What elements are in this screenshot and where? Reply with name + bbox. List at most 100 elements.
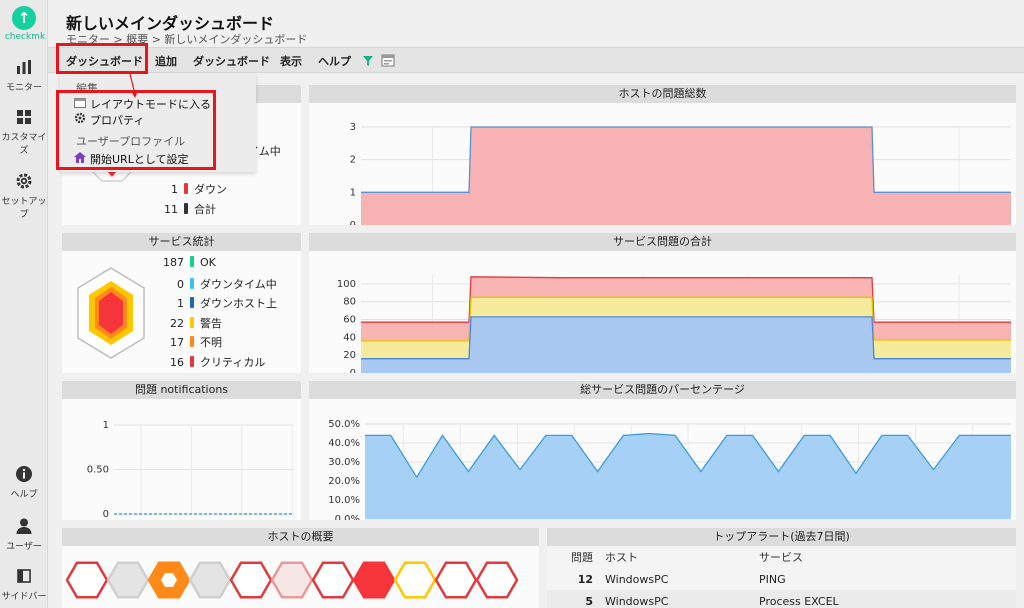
sidebar-item-sidebar[interactable]: サイドバー [0, 567, 48, 602]
sidebar-item-label: ヘルプ [10, 490, 38, 500]
sidebar: ↑ checkmk モニター カスタマイズ セットアップ ヘルプ ユーザー サイ… [0, 0, 48, 608]
y-tick-label: 60 [343, 315, 356, 326]
host-problems-chart[interactable]: 0123Thu 16:00Thu 20:00Fri 00:00Fri 04:00… [309, 103, 1016, 241]
menu-view[interactable]: 表示 [280, 53, 302, 69]
status-color-bar [190, 256, 194, 267]
dashlet-title: ホストの概要 [62, 528, 539, 546]
host-hexagon[interactable] [188, 561, 232, 599]
host-stat-row[interactable]: 1 ダウン [154, 181, 227, 197]
host-hexagon[interactable] [270, 561, 314, 599]
host-hexagon[interactable] [106, 561, 150, 599]
col-header-service[interactable]: サービス [753, 546, 1016, 568]
dashlet-title: 問題 notifications [62, 381, 301, 399]
service-stats-dashlet: サービス統計 187 OK 0 ダウンタイム中 1 ダウンホスト上 22 警告 17 不明 16 クリ… [62, 233, 301, 373]
stat-label: クリティカル [200, 355, 266, 369]
host-hexagon[interactable] [65, 561, 109, 599]
y-tick-label: 50.0% [328, 419, 360, 430]
host-hexagon[interactable] [393, 561, 437, 599]
stat-count: 0 [177, 277, 184, 291]
stat-count: 16 [170, 355, 184, 369]
dashlet-title: サービス問題の合計 [309, 233, 1016, 251]
percent-chart[interactable]: 0.0%10.0%20.0%30.0%40.0%50.0%02-0302-060… [309, 399, 1016, 535]
status-color-bar [190, 316, 194, 328]
alert-host[interactable]: WindowsPC [599, 590, 753, 608]
y-tick-label: 30.0% [328, 457, 360, 468]
col-header-problems[interactable]: 問題 [547, 546, 599, 568]
dashlet-title: ホストの問題総数 [309, 85, 1016, 103]
service-stat-row[interactable]: 16 クリティカル [160, 354, 265, 370]
top-alerts-dashlet: トップアラート(過去7日間) 問題 ホスト サービス 12 WindowsPC … [547, 528, 1016, 608]
service-stat-row[interactable]: 22 警告 [160, 315, 222, 331]
y-tick-label: 40 [343, 332, 356, 343]
sidebar-item-label: セットアップ [1, 197, 47, 220]
col-header-host[interactable]: ホスト [599, 546, 753, 568]
sidebar-item-label: モニター [5, 83, 42, 93]
alert-count: 12 [577, 572, 593, 586]
y-tick-label: 20 [343, 350, 356, 361]
dropdown-highlight [56, 90, 216, 170]
stat-label: OK [200, 256, 216, 269]
host-overview-dashlet: ホストの概要 [62, 528, 539, 608]
stat-label: ダウン [194, 183, 227, 196]
y-tick-label: 0 [350, 220, 356, 225]
filter-icon[interactable] [362, 55, 374, 67]
y-tick-label: 10.0% [328, 495, 360, 506]
alert-service[interactable]: PING [753, 568, 1016, 590]
status-color-bar [190, 297, 194, 308]
sidebar-toggle-icon [17, 569, 31, 583]
notifications-chart[interactable]: 0 0.50 1 18:00 03-07 06:00 12:00 [62, 399, 307, 530]
table-row[interactable]: 5 WindowsPC Process EXCEL [547, 590, 1016, 608]
host-hexagon[interactable] [229, 561, 273, 599]
stat-label: ダウンホスト上 [200, 297, 277, 310]
notifications-dashlet: 問題 notifications 0 0.50 1 18:00 03-07 06:00 12… [62, 381, 307, 530]
y-tick-label: 3 [350, 122, 356, 133]
service-stat-row[interactable]: 17 不明 [160, 334, 222, 350]
y-tick-label: 0 [103, 509, 109, 520]
bar-chart-icon [17, 60, 31, 74]
stat-label: 不明 [200, 336, 222, 349]
y-tick-label: 1 [350, 187, 356, 198]
service-stat-row[interactable]: 187 OK [160, 256, 216, 269]
sidebar-item-label: サイドバー [1, 592, 47, 602]
sidebar-item-setup[interactable]: セットアップ [0, 172, 48, 220]
sidebar-item-customize[interactable]: カスタマイズ [0, 108, 48, 156]
stat-count: 11 [164, 203, 178, 216]
host-hexagon[interactable] [475, 561, 519, 599]
alert-count: 5 [585, 594, 593, 608]
status-color-bar [190, 355, 194, 367]
service-stat-row[interactable]: 1 ダウンホスト上 [160, 295, 277, 311]
status-color-bar [184, 203, 188, 214]
host-hexagon[interactable] [434, 561, 478, 599]
host-hexagon[interactable] [352, 561, 396, 599]
table-row[interactable]: 12 WindowsPC PING [547, 568, 1016, 590]
stat-count: 1 [177, 297, 184, 310]
layout-icon[interactable] [381, 54, 395, 67]
service-problems-chart[interactable]: 020406080100Thu 16:00Thu 20:00Fri 00:00F… [309, 251, 1016, 389]
y-tick-label: 1 [103, 420, 109, 431]
dashlet-title: サービス統計 [62, 233, 301, 251]
y-tick-label: 0.0% [335, 514, 360, 520]
status-color-bar [184, 183, 188, 194]
stat-count: 187 [163, 256, 184, 269]
sidebar-item-label: カスタマイズ [1, 133, 47, 156]
status-color-bar [190, 336, 194, 347]
host-problems-dashlet: ホストの問題総数 0123Thu 16:00Thu 20:00Fri 00:00… [309, 85, 1016, 241]
host-stat-row[interactable]: 11 合計 [154, 201, 216, 217]
dashlet-title: 総サービス問題のパーセンテージ [309, 381, 1016, 399]
series-area [361, 127, 1011, 225]
stat-count: 22 [170, 316, 184, 330]
menu-help[interactable]: ヘルプ [318, 53, 351, 69]
sidebar-item-help[interactable]: ヘルプ [0, 465, 48, 500]
y-tick-label: 0 [350, 368, 356, 373]
checkmk-logo-icon[interactable]: ↑ [12, 6, 36, 30]
menu-add[interactable]: 追加 [155, 53, 177, 69]
sidebar-item-monitor[interactable]: モニター [0, 58, 48, 93]
sidebar-item-user[interactable]: ユーザー [0, 517, 48, 552]
alert-host[interactable]: WindowsPC [599, 568, 753, 590]
x-tick-label: 06:00 [227, 519, 256, 520]
service-stat-row[interactable]: 0 ダウンタイム中 [160, 276, 277, 292]
menu-dashboard-2[interactable]: ダッシュボード [193, 53, 270, 69]
alert-service[interactable]: Process EXCEL [753, 590, 1016, 608]
host-hexagon[interactable] [311, 561, 355, 599]
stat-label: 合計 [194, 203, 216, 216]
